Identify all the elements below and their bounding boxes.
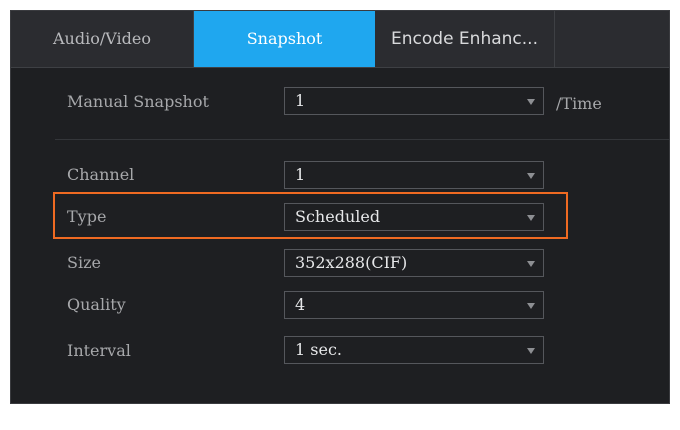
channel-value: 1 — [295, 165, 306, 184]
size-select[interactable]: 352x288(CIF) — [284, 249, 544, 277]
chevron-down-icon — [527, 261, 535, 267]
chevron-down-icon — [527, 303, 535, 309]
manual-snapshot-value: 1 — [295, 91, 306, 110]
type-value: Scheduled — [295, 207, 381, 226]
chevron-down-icon — [527, 215, 535, 221]
quality-select[interactable]: 4 — [284, 291, 544, 319]
quality-label: Quality — [67, 295, 126, 314]
manual-snapshot-select[interactable]: 1 — [284, 87, 544, 115]
tab-bar: Audio/Video Snapshot Encode Enhanc... — [11, 11, 669, 68]
chevron-down-icon — [527, 348, 535, 354]
interval-label: Interval — [67, 341, 131, 360]
manual-snapshot-label: Manual Snapshot — [67, 92, 209, 111]
type-label: Type — [67, 207, 107, 226]
channel-select[interactable]: 1 — [284, 161, 544, 189]
tab-encode-enhancement[interactable]: Encode Enhanc... — [375, 11, 555, 67]
channel-label: Channel — [67, 165, 135, 184]
interval-select[interactable]: 1 sec. — [284, 336, 544, 364]
size-label: Size — [67, 253, 101, 272]
tab-audio-video[interactable]: Audio/Video — [11, 11, 194, 67]
chevron-down-icon — [527, 99, 535, 105]
size-value: 352x288(CIF) — [295, 253, 408, 272]
type-select[interactable]: Scheduled — [284, 203, 544, 231]
chevron-down-icon — [527, 173, 535, 179]
interval-value: 1 sec. — [295, 340, 342, 359]
snapshot-settings-panel: Audio/Video Snapshot Encode Enhanc... Ma… — [10, 10, 670, 404]
manual-snapshot-unit: /Time — [556, 94, 602, 113]
section-divider — [55, 139, 669, 140]
tab-snapshot[interactable]: Snapshot — [194, 11, 375, 67]
quality-value: 4 — [295, 295, 306, 314]
